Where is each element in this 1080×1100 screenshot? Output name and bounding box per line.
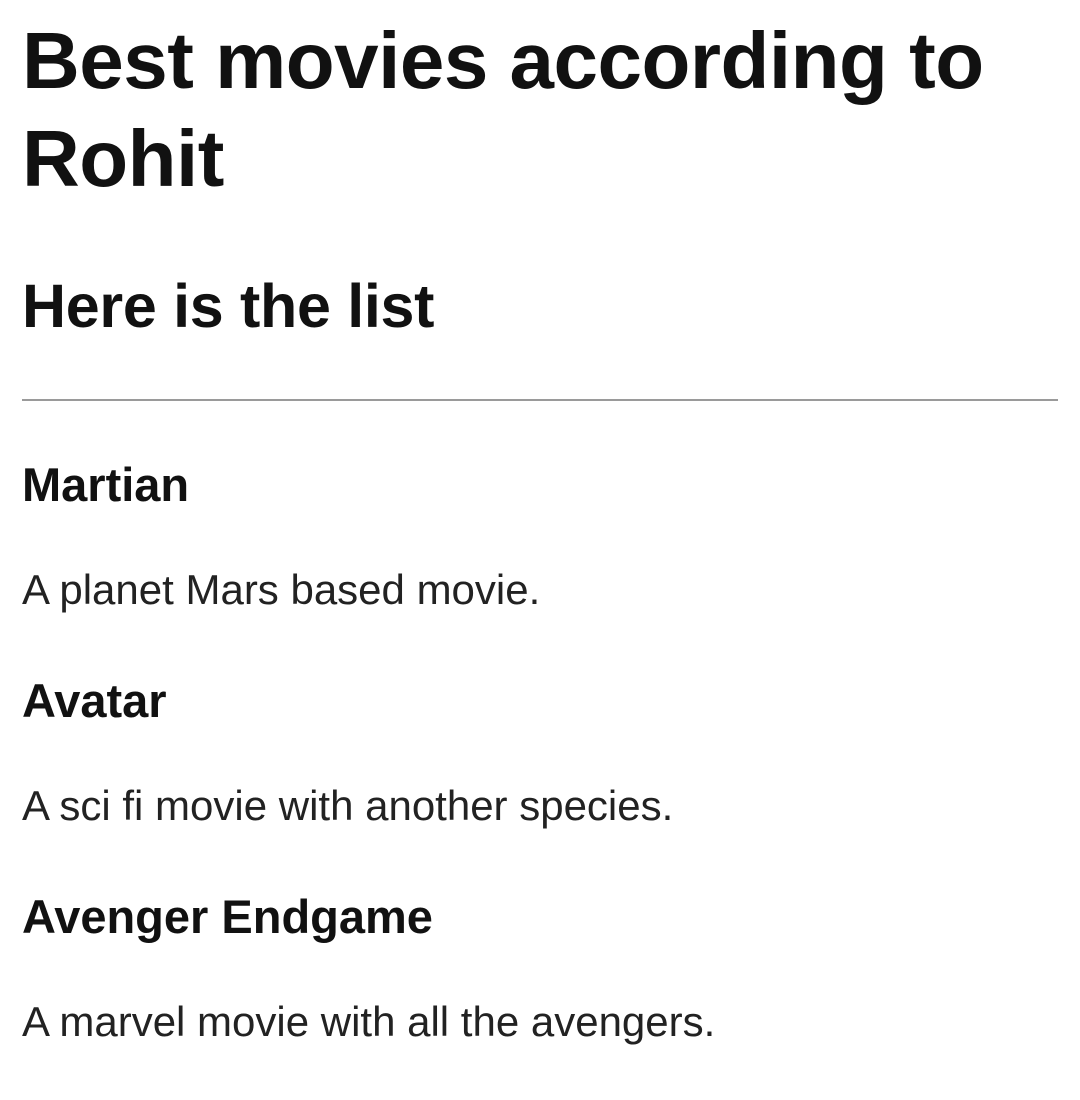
list-item: Avenger Endgame A marvel movie with all … (22, 884, 1058, 1100)
divider (22, 399, 1058, 401)
movie-description: A planet Mars based movie. (22, 566, 541, 613)
movie-list: Martian A planet Mars based movie. Avata… (22, 452, 1058, 1100)
movie-title: Avenger Endgame (22, 890, 433, 943)
movie-description: A marvel movie with all the avengers. (22, 998, 716, 1045)
page-title: Best movies according to Rohit (22, 16, 984, 203)
list-item: Avatar A sci fi movie with another speci… (22, 668, 1058, 884)
page-subtitle: Here is the list (22, 272, 435, 340)
movie-title: Avatar (22, 674, 167, 727)
list-item: Martian A planet Mars based movie. (22, 452, 1058, 668)
movie-title: Martian (22, 458, 190, 511)
movie-description: A sci fi movie with another species. (22, 782, 674, 829)
